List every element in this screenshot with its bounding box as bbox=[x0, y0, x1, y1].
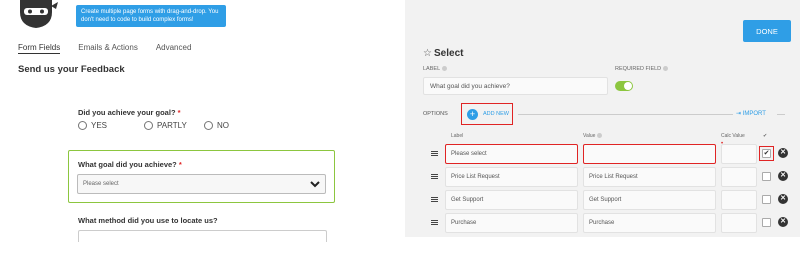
tab-advanced[interactable]: Advanced bbox=[156, 43, 192, 54]
q2-select[interactable]: Please select bbox=[77, 174, 326, 194]
delete-icon[interactable]: ✕ bbox=[778, 171, 788, 181]
radio-yes[interactable]: YES bbox=[78, 121, 144, 130]
form-preview-panel: Create multiple page forms with drag-and… bbox=[0, 0, 405, 270]
option-calc-input[interactable] bbox=[721, 213, 757, 233]
import-link[interactable]: ⇥ IMPORT bbox=[736, 110, 766, 117]
label-caption: LABEL bbox=[423, 66, 448, 72]
q2-label: What goal did you achieve? * bbox=[78, 160, 182, 169]
label-caption-text: LABEL bbox=[423, 66, 441, 72]
option-row: Please select • ✔ ✕ bbox=[405, 141, 800, 164]
radio-circle[interactable] bbox=[78, 121, 87, 130]
option-row: Purchase Purchase ✕ bbox=[405, 213, 800, 233]
builder-tabs: Form Fields Emails & Actions Advanced bbox=[18, 43, 191, 54]
radio-no-label: NO bbox=[217, 121, 229, 130]
option-label-input[interactable]: Please select bbox=[445, 144, 578, 164]
radio-circle[interactable] bbox=[144, 121, 153, 130]
drag-handle-icon[interactable] bbox=[431, 197, 438, 202]
panel-title: Select bbox=[434, 48, 464, 59]
label-input[interactable]: What goal did you achieve? bbox=[423, 77, 608, 95]
col-header-value-text: Value bbox=[583, 133, 596, 139]
option-row: Price List Request Price List Request ✕ bbox=[405, 167, 800, 187]
col-header-value: Value bbox=[583, 133, 603, 139]
form-title: Send us your Feedback bbox=[18, 64, 125, 75]
selected-checkbox[interactable] bbox=[762, 195, 771, 204]
drag-handle-icon[interactable] bbox=[431, 151, 438, 156]
required-mark: * bbox=[177, 108, 181, 117]
delete-icon[interactable]: ✕ bbox=[778, 148, 788, 158]
divider bbox=[518, 114, 733, 115]
q3-label[interactable]: What method did you use to locate us? bbox=[78, 216, 218, 225]
option-calc-input[interactable] bbox=[721, 144, 757, 164]
option-label-input[interactable]: Price List Request bbox=[445, 167, 578, 187]
col-header-selected: ✔ bbox=[763, 133, 768, 139]
star-icon[interactable]: ☆ bbox=[423, 48, 432, 59]
help-icon[interactable] bbox=[442, 66, 448, 72]
field-settings-panel: DONE ☆ Select LABEL REQUIRED FIELD What … bbox=[405, 0, 800, 237]
tab-emails-actions[interactable]: Emails & Actions bbox=[78, 43, 138, 54]
radio-circle[interactable] bbox=[204, 121, 213, 130]
done-button[interactable]: DONE bbox=[743, 20, 791, 42]
drag-handle-icon[interactable] bbox=[431, 174, 438, 179]
required-toggle[interactable] bbox=[615, 81, 633, 91]
option-row: Get Support Get Support ✕ bbox=[405, 190, 800, 210]
selected-checkbox[interactable] bbox=[762, 218, 771, 227]
help-icon[interactable] bbox=[597, 133, 603, 139]
radio-partly-label: PARTLY bbox=[157, 121, 187, 130]
option-calc-input[interactable] bbox=[721, 167, 757, 187]
option-value-input[interactable]: Get Support bbox=[583, 190, 716, 210]
import-label: IMPORT bbox=[742, 111, 766, 117]
chevron-down-icon bbox=[310, 181, 320, 188]
ninja-logo-icon bbox=[20, 0, 58, 28]
option-label-input[interactable]: Purchase bbox=[445, 213, 578, 233]
col-header-label: Label bbox=[451, 133, 464, 139]
plus-icon: + bbox=[467, 109, 478, 120]
option-label-input[interactable]: Get Support bbox=[445, 190, 578, 210]
radio-yes-label: YES bbox=[91, 121, 108, 130]
q2-field-selected[interactable]: What goal did you achieve? * Please sele… bbox=[68, 150, 335, 203]
drag-handle-icon[interactable] bbox=[431, 220, 438, 225]
selected-checkbox[interactable] bbox=[762, 172, 771, 181]
q1-label[interactable]: Did you achieve your goal? * bbox=[78, 108, 181, 117]
q1-radio-group: YES PARTLY NO bbox=[78, 121, 229, 130]
required-mark: * bbox=[178, 160, 182, 169]
option-value-input[interactable]: Purchase bbox=[583, 213, 716, 233]
delete-icon[interactable]: ✕ bbox=[778, 217, 788, 227]
delete-icon[interactable]: ✕ bbox=[778, 194, 788, 204]
q2-select-value: Please select bbox=[83, 181, 119, 187]
required-caption: REQUIRED FIELD bbox=[615, 66, 669, 72]
help-icon[interactable] bbox=[663, 66, 669, 72]
q1-label-text: Did you achieve your goal? bbox=[78, 108, 176, 117]
option-value-input[interactable] bbox=[583, 144, 716, 164]
add-new-button[interactable]: + ADD NEW bbox=[461, 103, 513, 125]
import-icon: ⇥ bbox=[736, 111, 742, 117]
q2-label-text: What goal did you achieve? bbox=[78, 160, 177, 169]
radio-no[interactable]: NO bbox=[204, 121, 229, 130]
divider bbox=[777, 114, 785, 115]
add-new-label: ADD NEW bbox=[483, 111, 509, 117]
tab-form-fields[interactable]: Form Fields bbox=[18, 43, 61, 54]
options-caption: OPTIONS bbox=[423, 111, 448, 117]
page-background bbox=[405, 237, 800, 270]
tip-tooltip: Create multiple page forms with drag-and… bbox=[76, 5, 226, 27]
toggle-knob bbox=[624, 82, 632, 90]
col-header-calc: Calc Value bbox=[721, 133, 745, 139]
option-value-input[interactable]: Price List Request bbox=[583, 167, 716, 187]
required-caption-text: REQUIRED FIELD bbox=[615, 66, 662, 72]
selected-checkbox[interactable]: ✔ bbox=[762, 149, 771, 158]
option-calc-input[interactable] bbox=[721, 190, 757, 210]
radio-partly[interactable]: PARTLY bbox=[144, 121, 204, 130]
q3-input[interactable] bbox=[78, 230, 327, 242]
